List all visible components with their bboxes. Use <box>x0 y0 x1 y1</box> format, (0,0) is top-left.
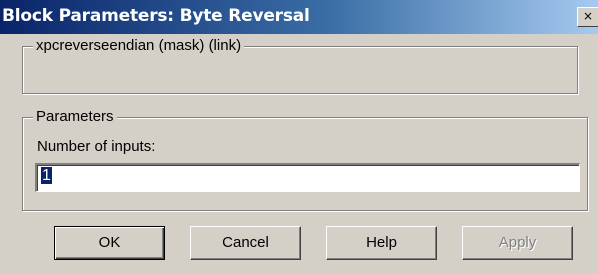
apply-button[interactable]: Apply <box>462 226 573 260</box>
parameters-legend: Parameters <box>33 108 117 126</box>
number-of-inputs-label: Number of inputs: <box>37 138 156 155</box>
description-legend: xpcreverseendian (mask) (link) <box>33 37 245 55</box>
cancel-button[interactable]: Cancel <box>190 226 301 260</box>
number-of-inputs-value: 1 <box>41 167 52 184</box>
help-button[interactable]: Help <box>326 226 437 260</box>
apply-button-label: Apply <box>498 234 537 251</box>
help-button-label: Help <box>366 234 397 251</box>
title-bar: Block Parameters: Byte Reversal × <box>0 0 598 34</box>
cancel-button-label: Cancel <box>222 234 269 251</box>
ok-button-label: OK <box>98 234 121 251</box>
close-icon: × <box>582 9 594 23</box>
number-of-inputs-field[interactable]: 1 <box>35 163 580 192</box>
description-groupbox: xpcreverseendian (mask) (link) <box>22 37 578 94</box>
window-title: Block Parameters: Byte Reversal <box>2 6 310 26</box>
close-button[interactable]: × <box>577 7 598 27</box>
ok-button[interactable]: OK <box>54 226 165 260</box>
